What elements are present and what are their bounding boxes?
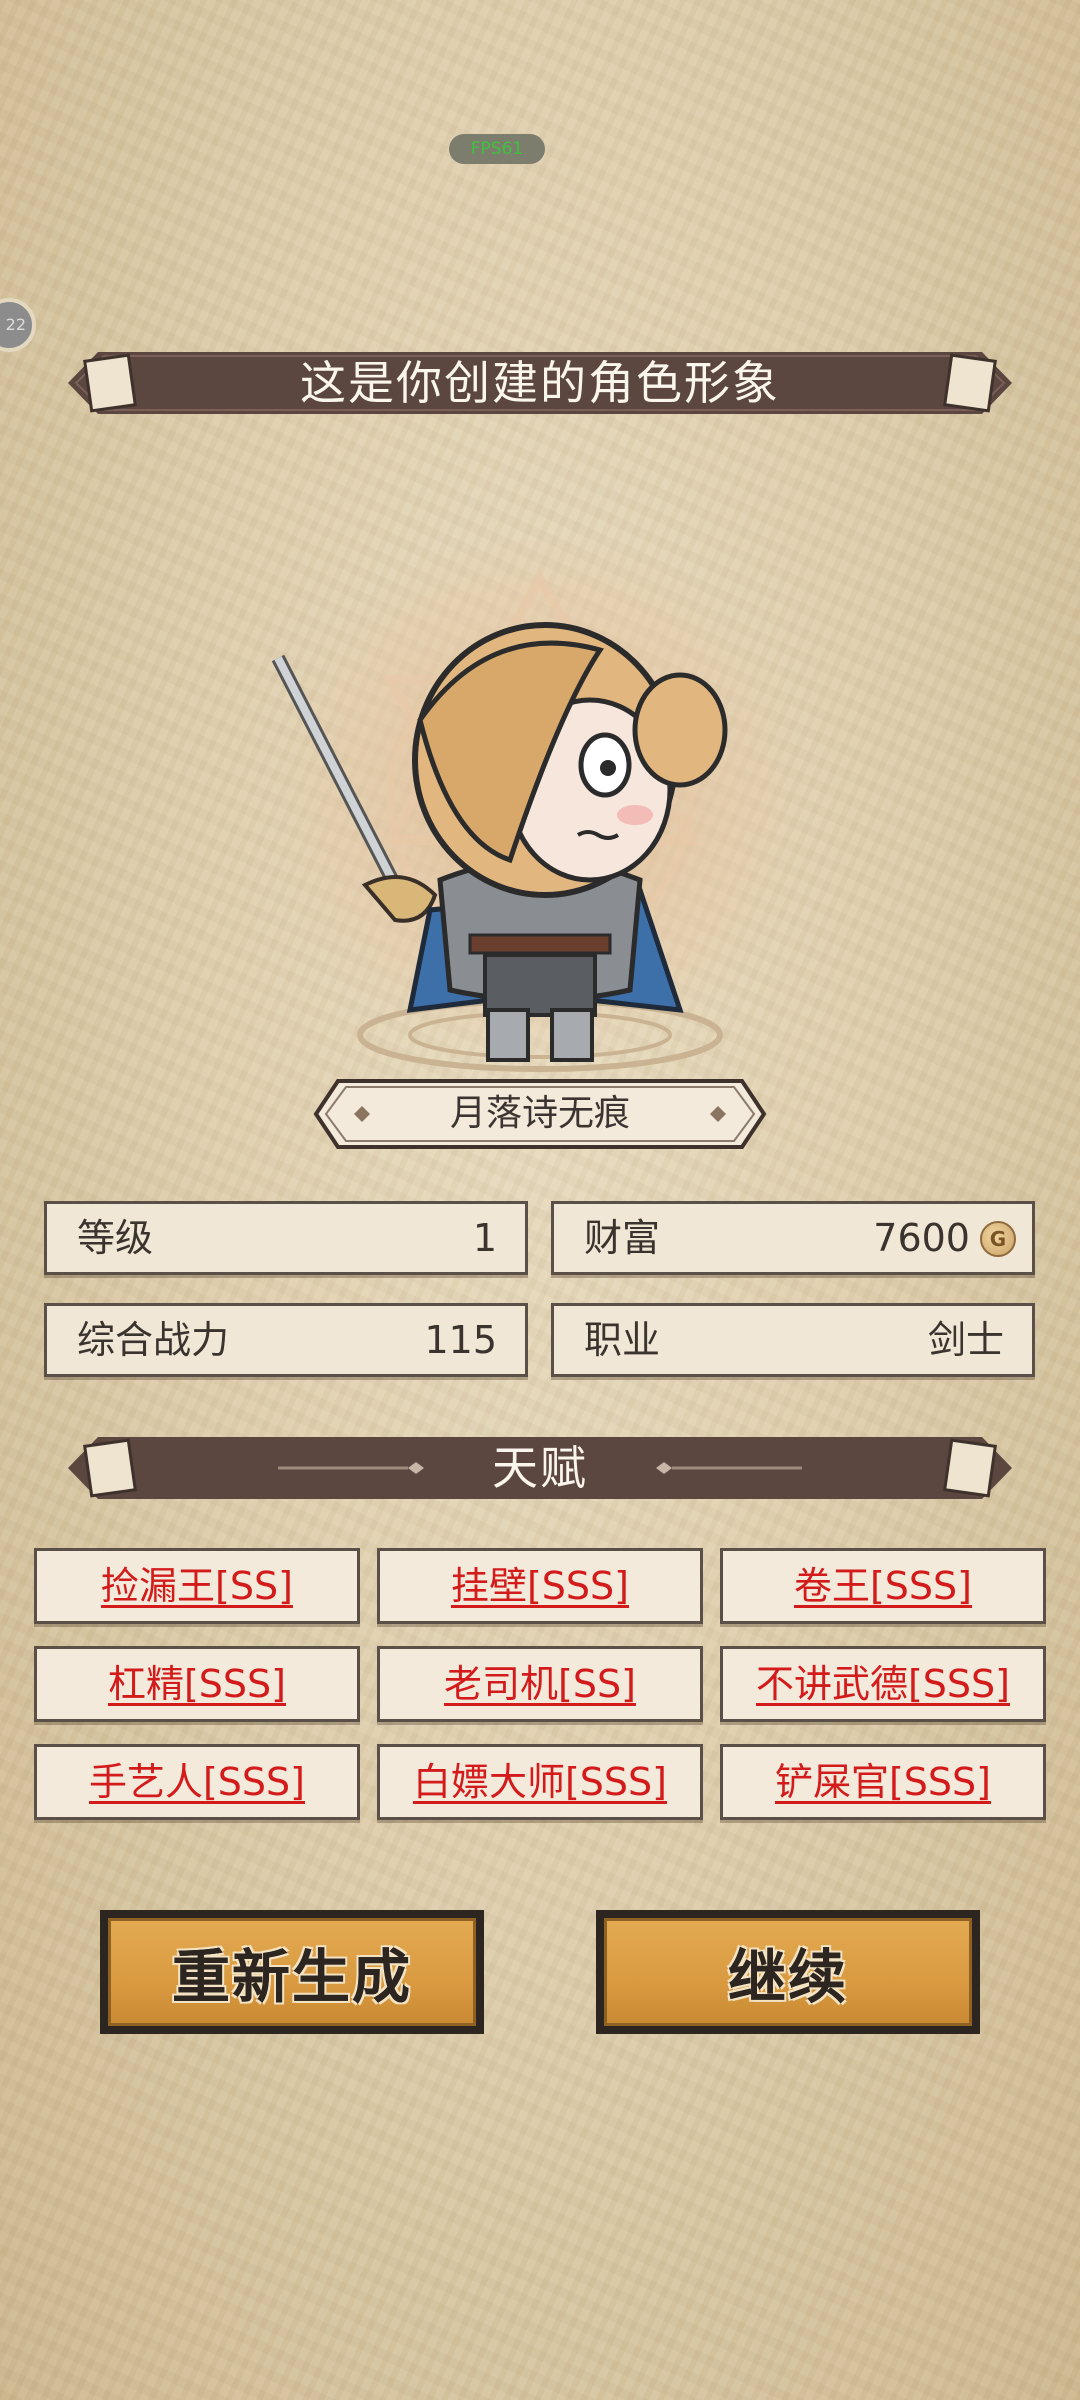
stat-class-label: 职业 (584, 1318, 661, 1362)
page-title: 这是你创建的角色形象 (300, 356, 780, 410)
stat-level-value: 1 (472, 1216, 497, 1260)
title-banner: 这是你创建的角色形象 (68, 346, 1012, 420)
talent-item[interactable]: 捡漏王[SS] (34, 1548, 360, 1624)
stat-power-label: 综合战力 (77, 1318, 230, 1362)
floating-side-badge[interactable]: 22 (0, 298, 36, 352)
character-name-plate: 月落诗无痕 (312, 1075, 768, 1153)
character-name: 月落诗无痕 (449, 1093, 630, 1134)
stat-wealth-value: 7600 (873, 1216, 970, 1260)
talent-item[interactable]: 手艺人[SSS] (34, 1744, 360, 1820)
stat-wealth: 财富 7600 G (551, 1201, 1035, 1275)
talent-banner: 天赋 (68, 1431, 1012, 1505)
chibi-swordsman-icon (270, 530, 810, 1072)
talent-item[interactable]: 铲屎官[SSS] (720, 1744, 1046, 1820)
talent-item[interactable]: 老司机[SS] (377, 1646, 703, 1722)
stat-power-value: 115 (424, 1318, 497, 1362)
stat-level: 等级 1 (44, 1201, 528, 1275)
regenerate-button-label: 重新生成 (108, 1918, 476, 2026)
stat-level-label: 等级 (77, 1216, 154, 1260)
talent-title: 天赋 (492, 1441, 588, 1495)
talent-item[interactable]: 杠精[SSS] (34, 1646, 360, 1722)
character-portrait (260, 530, 820, 1080)
stat-wealth-label: 财富 (584, 1216, 661, 1260)
regenerate-button[interactable]: 重新生成 (100, 1910, 484, 2034)
stat-class-value: 剑士 (927, 1318, 1004, 1362)
fps-counter: FPS61 (449, 134, 545, 164)
coin-icon: G (980, 1221, 1016, 1257)
talent-item[interactable]: 卷王[SSS] (720, 1548, 1046, 1624)
talent-item[interactable]: 不讲武德[SSS] (720, 1646, 1046, 1722)
continue-button-label: 继续 (604, 1918, 972, 2026)
stat-class: 职业 剑士 (551, 1303, 1035, 1377)
stat-power: 综合战力 115 (44, 1303, 528, 1377)
talent-item[interactable]: 白嫖大师[SSS] (377, 1744, 703, 1820)
talent-item[interactable]: 挂壁[SSS] (377, 1548, 703, 1624)
continue-button[interactable]: 继续 (596, 1910, 980, 2034)
